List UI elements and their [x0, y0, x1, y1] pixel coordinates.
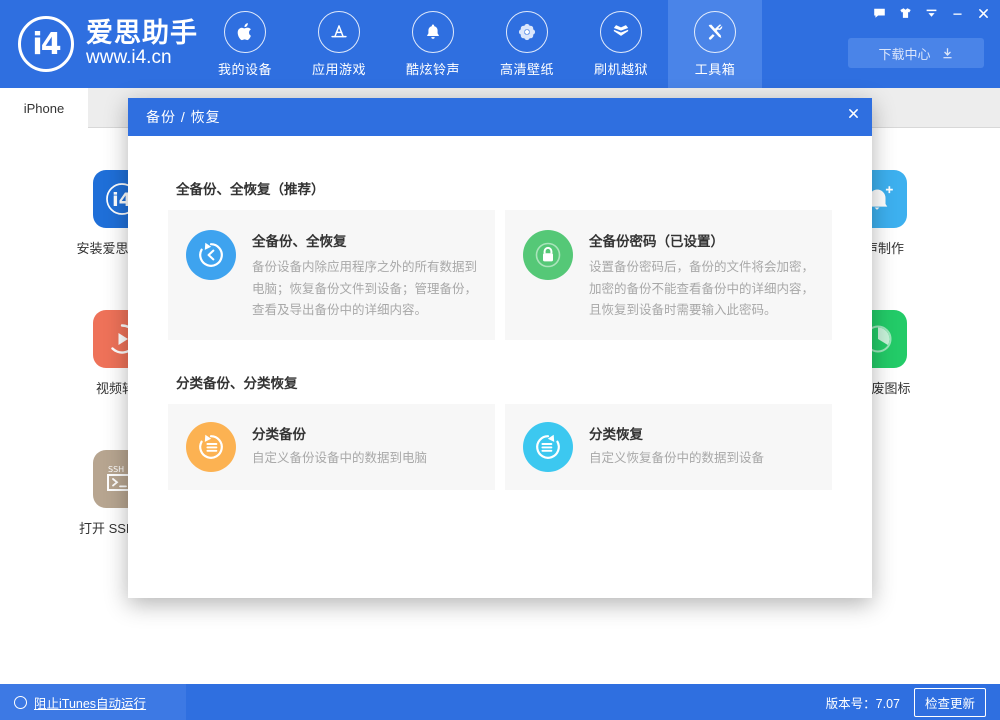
card-text: 分类恢复 自定义恢复备份中的数据到设备: [589, 423, 814, 470]
card-description: 自定义恢复备份中的数据到设备: [589, 448, 814, 470]
nav-item-label: 工具箱: [695, 59, 736, 78]
tab-label: iPhone: [24, 101, 64, 116]
card-text: 全备份密码（已设置） 设置备份密码后，备份的文件将会加密，加密的备份不能查看备份…: [589, 230, 814, 322]
nav-item-toolbox[interactable]: 工具箱: [668, 0, 762, 88]
check-update-button[interactable]: 检查更新: [914, 688, 986, 717]
full-backup-restore-icon: [186, 230, 236, 280]
section-cards-full-backup: 全备份、全恢复 备份设备内除应用程序之外的所有数据到电脑；恢复备份文件到设备；管…: [168, 210, 832, 340]
card-full-backup-password[interactable]: 全备份密码（已设置） 设置备份密码后，备份的文件将会加密，加密的备份不能查看备份…: [505, 210, 832, 340]
nav-item-apps-games[interactable]: 应用游戏: [292, 0, 386, 88]
section-spacer: [168, 340, 832, 372]
main-nav: 我的设备 应用游戏 酷炫铃声: [198, 0, 762, 88]
feedback-icon[interactable]: [866, 0, 892, 26]
lock-icon: [523, 230, 573, 280]
menu-icon[interactable]: [918, 0, 944, 26]
download-center-button[interactable]: 下载中心: [848, 38, 984, 68]
skin-icon[interactable]: [892, 0, 918, 26]
tools-icon: [694, 11, 736, 53]
radio-icon[interactable]: [14, 696, 27, 709]
top-header: i4 爱思助手 www.i4.cn 我的设备 应用游戏: [0, 0, 1000, 88]
nav-item-flash-jailbreak[interactable]: 刷机越狱: [574, 0, 668, 88]
dialog-body: 全备份、全恢复（推荐） 全备份、全恢复 备份设备内除应用程序之外的所有数据到电脑…: [128, 136, 872, 490]
category-restore-icon: [523, 422, 573, 472]
card-text: 分类备份 自定义备份设备中的数据到电脑: [252, 423, 477, 470]
nav-item-label: 刷机越狱: [594, 59, 648, 78]
category-backup-icon: [186, 422, 236, 472]
card-description: 备份设备内除应用程序之外的所有数据到电脑；恢复备份文件到设备；管理备份，查看及导…: [252, 257, 477, 322]
logo-url: www.i4.cn: [86, 47, 198, 69]
card-description: 自定义备份设备中的数据到电脑: [252, 448, 477, 470]
nav-item-wallpapers[interactable]: 高清壁纸: [480, 0, 574, 88]
nav-item-label: 高清壁纸: [500, 59, 554, 78]
nav-item-label: 应用游戏: [312, 59, 366, 78]
flower-icon: [506, 11, 548, 53]
section-cards-category-backup: 分类备份 自定义备份设备中的数据到电脑 分类恢复 自定义恢复: [168, 404, 832, 490]
box-icon: [600, 11, 642, 53]
nav-item-label: 酷炫铃声: [406, 59, 460, 78]
download-icon: [941, 47, 954, 60]
window-controls: [866, 0, 996, 26]
card-heading: 分类备份: [252, 423, 477, 443]
card-heading: 全备份密码（已设置）: [589, 230, 814, 250]
card-category-backup[interactable]: 分类备份 自定义备份设备中的数据到电脑: [168, 404, 495, 490]
tab-iphone[interactable]: iPhone: [0, 88, 88, 128]
nav-item-my-device[interactable]: 我的设备: [198, 0, 292, 88]
i4-logo-icon: i4: [18, 16, 74, 72]
app-window: i4 爱思助手 www.i4.cn 我的设备 应用游戏: [0, 0, 1000, 720]
status-bar-right: 版本号：7.07 检查更新: [826, 684, 986, 720]
dialog-title: 备份 / 恢复: [146, 98, 221, 136]
card-category-restore[interactable]: 分类恢复 自定义恢复备份中的数据到设备: [505, 404, 832, 490]
section-title-full-backup: 全备份、全恢复（推荐）: [176, 178, 832, 198]
card-heading: 分类恢复: [589, 423, 814, 443]
logo-title: 爱思助手: [86, 19, 198, 47]
dialog-close-icon[interactable]: [834, 98, 872, 128]
bell-icon: [412, 11, 454, 53]
close-icon[interactable]: [970, 0, 996, 26]
status-bar: 阻止iTunes自动运行 版本号：7.07 检查更新: [0, 684, 1000, 720]
app-logo: i4 爱思助手 www.i4.cn: [18, 16, 198, 72]
block-itunes-toggle[interactable]: 阻止iTunes自动运行: [0, 684, 186, 720]
section-title-category-backup: 分类备份、分类恢复: [176, 372, 832, 392]
card-text: 全备份、全恢复 备份设备内除应用程序之外的所有数据到电脑；恢复备份文件到设备；管…: [252, 230, 477, 322]
card-description: 设置备份密码后，备份的文件将会加密，加密的备份不能查看备份中的详细内容，且恢复到…: [589, 257, 814, 322]
nav-item-label: 我的设备: [218, 59, 272, 78]
backup-restore-dialog: 备份 / 恢复 全备份、全恢复（推荐）: [128, 98, 872, 598]
card-heading: 全备份、全恢复: [252, 230, 477, 250]
dialog-header: 备份 / 恢复: [128, 98, 872, 136]
block-itunes-label: 阻止iTunes自动运行: [34, 693, 146, 712]
apple-icon: [224, 11, 266, 53]
minimize-icon[interactable]: [944, 0, 970, 26]
download-center-label: 下载中心: [878, 44, 930, 63]
nav-item-ringtones[interactable]: 酷炫铃声: [386, 0, 480, 88]
card-full-backup-restore[interactable]: 全备份、全恢复 备份设备内除应用程序之外的所有数据到电脑；恢复备份文件到设备；管…: [168, 210, 495, 340]
appstore-icon: [318, 11, 360, 53]
svg-text:SSH: SSH: [108, 465, 124, 474]
version-label: 版本号：7.07: [826, 693, 900, 712]
logo-text: 爱思助手 www.i4.cn: [86, 19, 198, 69]
